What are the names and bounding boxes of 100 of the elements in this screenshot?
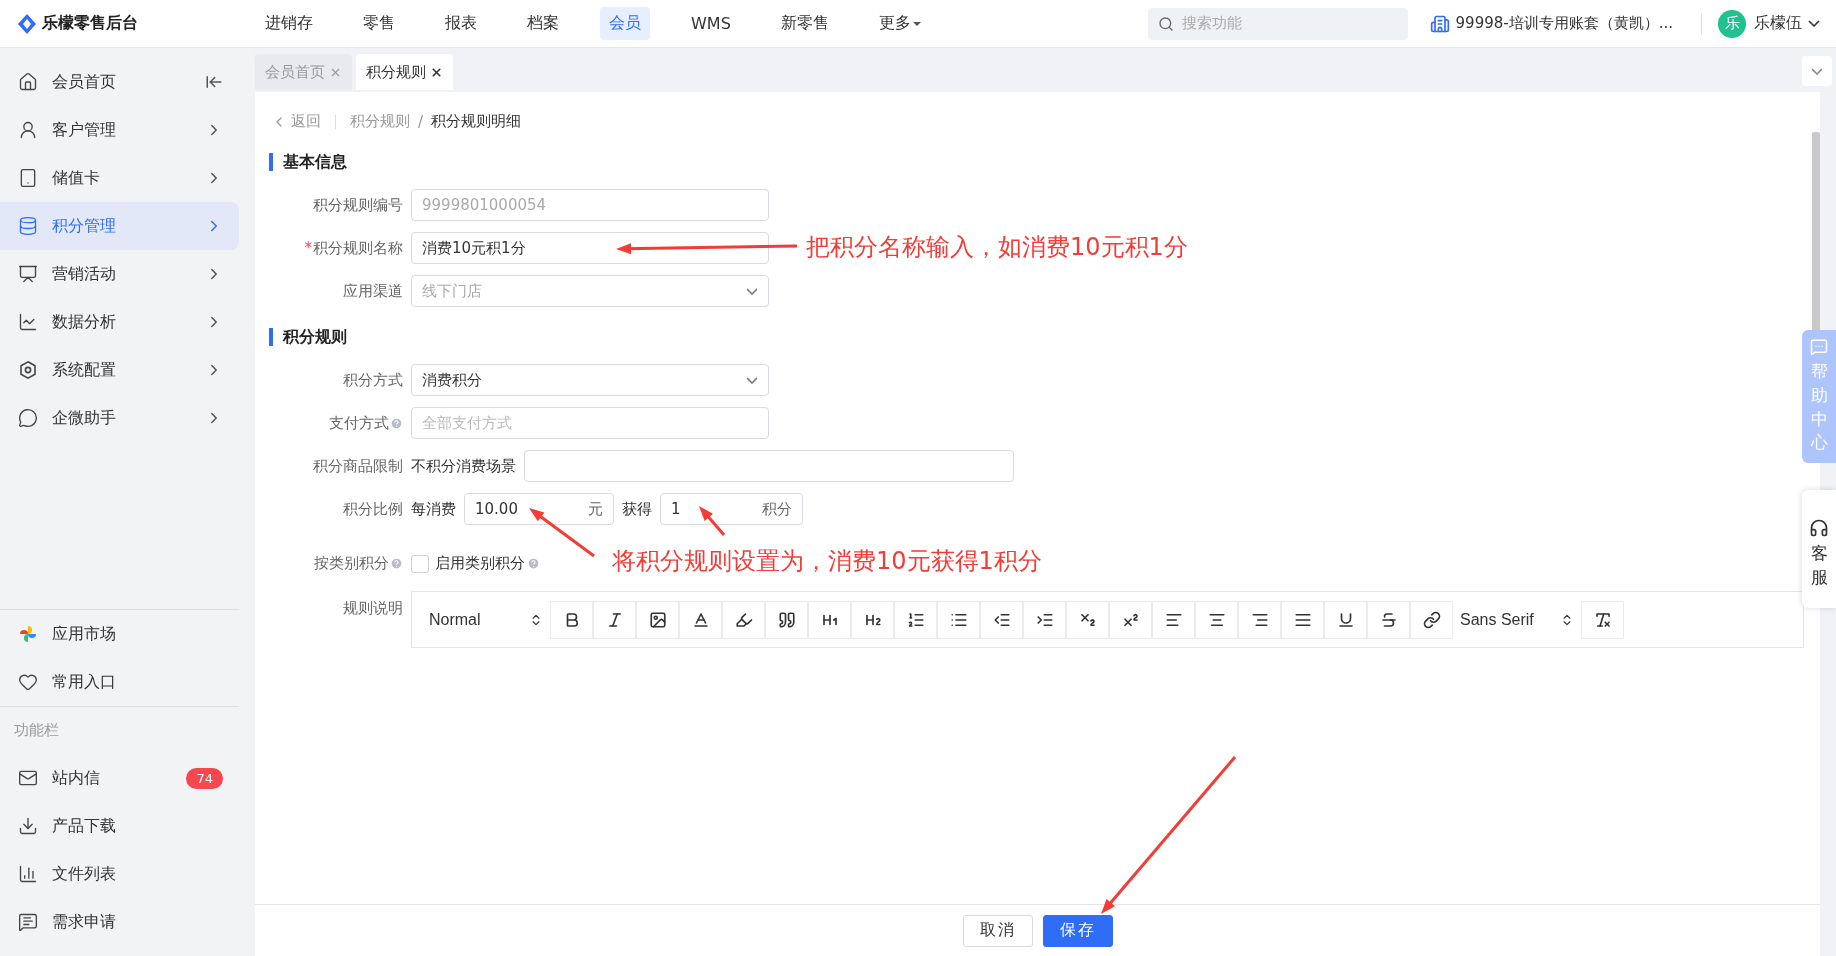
field-label: 支付方式 [329,413,389,433]
screen-icon [18,264,38,284]
checkbox-label: 启用类别积分 [435,554,525,573]
bar-chart-icon [18,864,38,884]
field-text: 获得 [622,499,652,519]
field-label: 规则说明 [342,598,404,618]
nav-tab[interactable]: 进销存 [256,7,322,40]
toolbar-button[interactable] [980,600,1023,639]
toolbar-button[interactable] [1410,600,1453,639]
toolbar-button[interactable] [1324,600,1367,639]
section-heading: 基本信息 [269,153,1804,171]
user-name[interactable]: 乐檬伍 [1754,13,1802,34]
save-button[interactable]: 保存 [1042,914,1113,947]
chat-icon [18,408,38,428]
toolbar-button[interactable] [894,600,937,639]
chevron-down-icon [1811,67,1823,75]
customer-service-tab[interactable]: 客服 [1802,490,1836,608]
sidebar-item[interactable]: 积分管理 [0,202,239,250]
toolbar-button[interactable] [1152,600,1195,639]
nav-tab[interactable]: 会员 [600,7,650,40]
image-icon [648,610,667,629]
toolbar-button[interactable] [1281,600,1324,639]
unit-text: 积分 [762,499,792,519]
nav-tab[interactable]: 报表 [436,7,486,40]
toolbar-button[interactable] [765,600,808,639]
sidebar-item[interactable]: 需求申请 [0,898,239,946]
toolbar-button[interactable] [1195,600,1238,639]
nav-tab[interactable]: 更多 [869,7,930,40]
cancel-button[interactable]: 取消 [962,914,1033,947]
breadcrumb-separator: / [418,112,424,131]
sidebar-item[interactable]: 营销活动 [0,250,239,298]
amount-field[interactable]: 10.00 元 [464,493,614,525]
points-field[interactable]: 1 积分 [660,493,803,525]
text-color-icon [691,610,710,629]
building-icon [1429,13,1450,34]
toolbar-button[interactable] [851,600,894,639]
toolbar-button[interactable] [722,600,765,639]
toolbar-button[interactable] [808,600,851,639]
scrollbar-thumb[interactable] [1812,132,1820,332]
field-text: 每消费 [411,499,456,519]
download-icon [18,816,38,836]
toolbar-button[interactable] [1023,600,1066,639]
toolbar-button[interactable] [1238,600,1281,639]
mail-icon [18,768,38,788]
sidebar-item[interactable]: 产品下载 [0,802,239,850]
field-label: 应用渠道 [342,281,404,301]
text-field[interactable] [524,450,1014,482]
quote-icon [777,610,796,629]
sidebar-item[interactable]: 文件列表 [0,850,239,898]
nav-tab[interactable]: WMS [682,7,740,40]
sidebar-item[interactable]: 常用入口 [0,658,239,706]
chevron-down-icon [746,287,758,295]
field-label: 积分商品限制 [312,456,404,476]
toolbar-button[interactable] [550,600,593,639]
sidebar-item[interactable]: 企微助手 [0,394,239,442]
sidebar-item[interactable]: 客户管理 [0,106,239,154]
link-icon [1422,610,1441,629]
nav-tab[interactable]: 档案 [518,7,568,40]
sidebar-item[interactable]: 储值卡 [0,154,239,202]
search-icon [1157,15,1174,32]
user-icon [18,120,38,140]
toolbar-button[interactable] [1581,600,1624,639]
toolbar-button[interactable] [1109,600,1152,639]
toolbar-button[interactable] [636,600,679,639]
select-field[interactable]: 消费积分 [411,364,769,396]
nav-tab[interactable]: 新零售 [771,7,838,40]
section-title: 功能栏 [13,720,60,741]
card-icon [18,168,38,188]
field-text: 不积分消费场景 [411,456,516,476]
sidebar-item[interactable]: 系统配置 [0,346,239,394]
toolbar-button[interactable] [679,600,722,639]
nav-tab[interactable]: 零售 [354,7,404,40]
count-badge: 74 [186,767,223,789]
toolbar-button[interactable] [593,600,636,639]
field-label: 按类别积分 [314,554,389,573]
annotation-text: 将积分规则设置为，消费10元获得1积分 [612,546,1042,577]
sidebar-item[interactable]: 站内信 74 [0,754,239,802]
breadcrumb-current: 积分规则明细 [431,112,522,131]
home-icon [18,72,38,92]
chat-icon [1810,338,1828,356]
field-label: 积分比例 [342,499,404,519]
rich-text-editor[interactable]: Normal Sans Serif [411,591,1804,648]
collapse-icon[interactable] [205,73,223,91]
database-icon [18,216,38,236]
arrow [699,506,726,536]
sidebar-item[interactable]: 应用市场 [0,610,239,658]
text-field[interactable]: 消费10元积1分 [411,232,769,264]
toolbar-button[interactable] [1066,600,1109,639]
sidebar-item[interactable]: 会员首页 [0,58,239,106]
page-tab[interactable]: 积分规则 [356,54,453,90]
toolbar-button[interactable] [1367,600,1410,639]
chevron-down-icon [746,376,758,384]
account-name[interactable]: 99998-培训专用账套（黄凯）... [1455,14,1673,33]
checkbox[interactable] [411,554,429,573]
settings-icon [18,360,38,380]
field-label: 积分规则编号 [312,195,404,215]
heart-icon [18,672,38,692]
close-icon[interactable] [430,65,443,79]
sidebar-item[interactable]: 数据分析 [0,298,239,346]
toolbar-button[interactable] [937,600,980,639]
